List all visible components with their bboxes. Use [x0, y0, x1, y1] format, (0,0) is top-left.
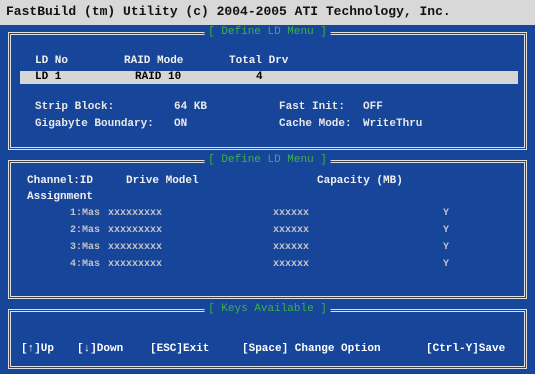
column-drive-model: Drive Model [126, 175, 199, 187]
drive-row-4-model: xxxxxxxxx [108, 259, 163, 270]
column-assignment: Assignment [27, 191, 94, 203]
drive-row-4-assign[interactable]: Y [443, 259, 449, 270]
column-capacity: Capacity (MB) [317, 175, 403, 187]
key-change-option-hint: [Space] Change Option [242, 343, 381, 355]
ld-no-value: LD 1 [35, 71, 62, 83]
title-bar: FastBuild (tm) Utility (c) 2004-2005 ATI… [0, 0, 535, 25]
key-down-hint: [↓]Down [77, 343, 124, 355]
key-exit-hint: [ESC]Exit [150, 343, 210, 355]
drive-panel-title: [ Define LD Menu ] [204, 154, 331, 166]
app-title: FastBuild (tm) Utility (c) 2004-2005 ATI… [6, 4, 451, 19]
total-drv-value: 4 [256, 71, 263, 83]
ld-definition-panel: [ Define LD Menu ] LD No RAID Mode Total… [8, 26, 527, 150]
ld-row-selected[interactable]: LD 1 RAID 10 4 [20, 71, 518, 84]
key-up-hint: [↑]Up [21, 343, 55, 355]
ld-panel-title: [ Define LD Menu ] [204, 26, 331, 38]
cache-mode-label: Cache Mode: [279, 118, 352, 130]
gigabyte-boundary-label: Gigabyte Boundary: [35, 118, 154, 130]
drive-row-4-capacity: xxxxxx [273, 259, 310, 270]
drive-row-4-channel: 4:Mas [70, 259, 101, 270]
drive-row-3-model: xxxxxxxxx [108, 242, 163, 253]
strip-block-value[interactable]: 64 KB [174, 101, 207, 113]
drive-assignment-panel: [ Define LD Menu ] Channel:ID Drive Mode… [8, 154, 527, 299]
column-ld-no: LD No [35, 55, 69, 67]
drive-row-2-model: xxxxxxxxx [108, 225, 163, 236]
drive-row-3-channel: 3:Mas [70, 242, 101, 253]
raid-mode-value[interactable]: RAID 10 [135, 71, 181, 83]
drive-row-2-capacity: xxxxxx [273, 225, 310, 236]
column-channel-id: Channel:ID [27, 175, 94, 187]
drive-row-1-channel: 1:Mas [70, 208, 101, 219]
drive-row-1-capacity: xxxxxx [273, 208, 310, 219]
strip-block-label: Strip Block: [35, 101, 115, 113]
key-save-hint: [Ctrl-Y]Save [426, 343, 506, 355]
keys-panel-title: [ Keys Available ] [204, 303, 331, 315]
fast-init-value[interactable]: OFF [363, 101, 383, 113]
fast-init-label: Fast Init: [279, 101, 346, 113]
drive-row-3-assign[interactable]: Y [443, 242, 449, 253]
gigabyte-boundary-value[interactable]: ON [174, 118, 187, 130]
column-raid-mode: RAID Mode [124, 55, 184, 67]
cache-mode-value[interactable]: WriteThru [363, 118, 422, 130]
drive-row-3-capacity: xxxxxx [273, 242, 310, 253]
drive-row-2-channel: 2:Mas [70, 225, 101, 236]
keys-panel: [ Keys Available ] [↑]Up [↓]Down [ESC]Ex… [8, 303, 527, 369]
drive-row-2-assign[interactable]: Y [443, 225, 449, 236]
drive-row-1-model: xxxxxxxxx [108, 208, 163, 219]
column-total-drv: Total Drv [229, 55, 289, 67]
drive-row-1-assign[interactable]: Y [443, 208, 449, 219]
